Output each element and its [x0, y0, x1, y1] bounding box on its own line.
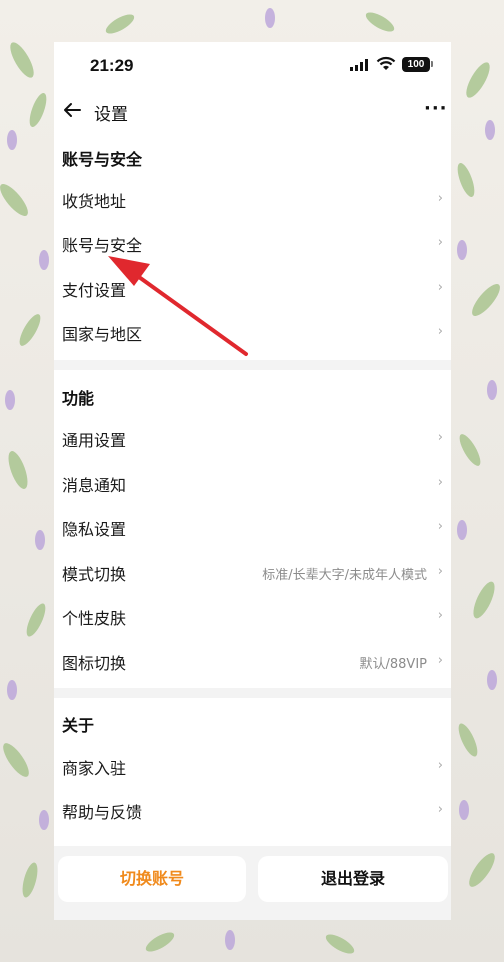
- row-help-feedback[interactable]: 帮助与反馈 ›: [54, 789, 451, 833]
- row-icon-switch[interactable]: 图标切换 默认/88VIP ›: [54, 640, 451, 684]
- row-value: 默认/88VIP: [359, 657, 428, 672]
- row-label: 个性皮肤: [62, 609, 127, 628]
- chevron-right-icon: ›: [437, 324, 443, 339]
- row-label: 图标切换: [62, 654, 127, 673]
- section-divider: [54, 688, 451, 698]
- row-general-settings[interactable]: 通用设置 ›: [54, 417, 451, 461]
- chevron-right-icon: ›: [437, 564, 443, 579]
- chevron-right-icon: ›: [437, 802, 443, 817]
- row-personal-skin[interactable]: 个性皮肤 ›: [54, 595, 451, 639]
- row-payment-settings[interactable]: 支付设置 ›: [54, 267, 451, 311]
- row-notifications[interactable]: 消息通知 ›: [54, 462, 451, 506]
- row-value: 标准/长辈大字/未成年人模式: [262, 568, 427, 583]
- row-label: 隐私设置: [62, 520, 127, 539]
- chevron-right-icon: ›: [437, 653, 443, 668]
- section-divider: [54, 360, 451, 370]
- more-options-icon[interactable]: ···: [424, 98, 448, 119]
- logout-button[interactable]: 退出登录: [258, 856, 448, 902]
- row-label: 通用设置: [62, 431, 127, 450]
- chevron-right-icon: ›: [437, 519, 443, 534]
- navigation-bar: 设置 ···: [54, 90, 451, 134]
- row-label: 账号与安全: [62, 236, 143, 255]
- row-label: 帮助与反馈: [62, 803, 143, 822]
- battery-icon: 100: [402, 57, 430, 72]
- row-shipping-address[interactable]: 收货地址 ›: [54, 178, 451, 222]
- row-label: 支付设置: [62, 281, 127, 300]
- bottom-button-area: 切换账号 退出登录: [54, 846, 451, 920]
- section-title-features: 功能: [62, 389, 95, 408]
- chevron-right-icon: ›: [437, 235, 443, 250]
- settings-screen: 21:29 100 设置 ··· 账号与安全 收货地址 › 账号与安全 › 支付…: [54, 42, 451, 920]
- row-mode-switch[interactable]: 模式切换 标准/长辈大字/未成年人模式 ›: [54, 551, 451, 595]
- chevron-right-icon: ›: [437, 280, 443, 295]
- row-label: 模式切换: [62, 565, 127, 584]
- row-label: 国家与地区: [62, 325, 143, 344]
- chevron-right-icon: ›: [437, 608, 443, 623]
- row-label: 收货地址: [62, 192, 127, 211]
- section-title-about: 关于: [62, 716, 95, 735]
- row-country-region[interactable]: 国家与地区 ›: [54, 311, 451, 355]
- status-bar: 21:29 100: [54, 42, 451, 90]
- page-title: 设置: [94, 105, 128, 125]
- wifi-icon: [376, 56, 396, 70]
- status-time: 21:29: [90, 56, 134, 75]
- section-title-account: 账号与安全: [62, 150, 143, 169]
- row-label: 商家入驻: [62, 759, 127, 778]
- chevron-right-icon: ›: [437, 191, 443, 206]
- cellular-signal-icon: [350, 59, 368, 71]
- chevron-right-icon: ›: [437, 430, 443, 445]
- row-account-security[interactable]: 账号与安全 ›: [54, 222, 451, 266]
- back-arrow-icon[interactable]: [60, 98, 84, 122]
- row-merchant-onboarding[interactable]: 商家入驻 ›: [54, 745, 451, 789]
- chevron-right-icon: ›: [437, 758, 443, 773]
- chevron-right-icon: ›: [437, 475, 443, 490]
- row-label: 消息通知: [62, 476, 127, 495]
- row-privacy-settings[interactable]: 隐私设置 ›: [54, 506, 451, 550]
- battery-tip: [431, 61, 433, 67]
- switch-account-button[interactable]: 切换账号: [58, 856, 246, 902]
